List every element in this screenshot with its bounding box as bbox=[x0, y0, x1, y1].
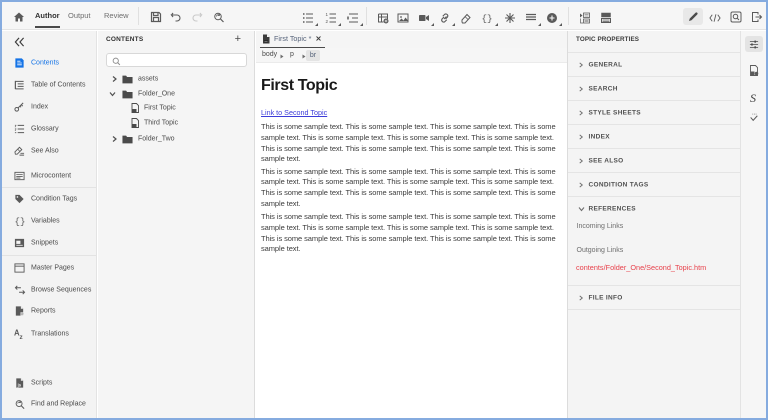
svg-text:1: 1 bbox=[326, 12, 329, 17]
svg-text:{}: {} bbox=[15, 216, 26, 226]
svg-text:js: js bbox=[17, 383, 22, 388]
svg-text:2: 2 bbox=[326, 19, 329, 24]
svg-text:z: z bbox=[20, 334, 23, 339]
svg-text:{}: {} bbox=[481, 13, 492, 24]
